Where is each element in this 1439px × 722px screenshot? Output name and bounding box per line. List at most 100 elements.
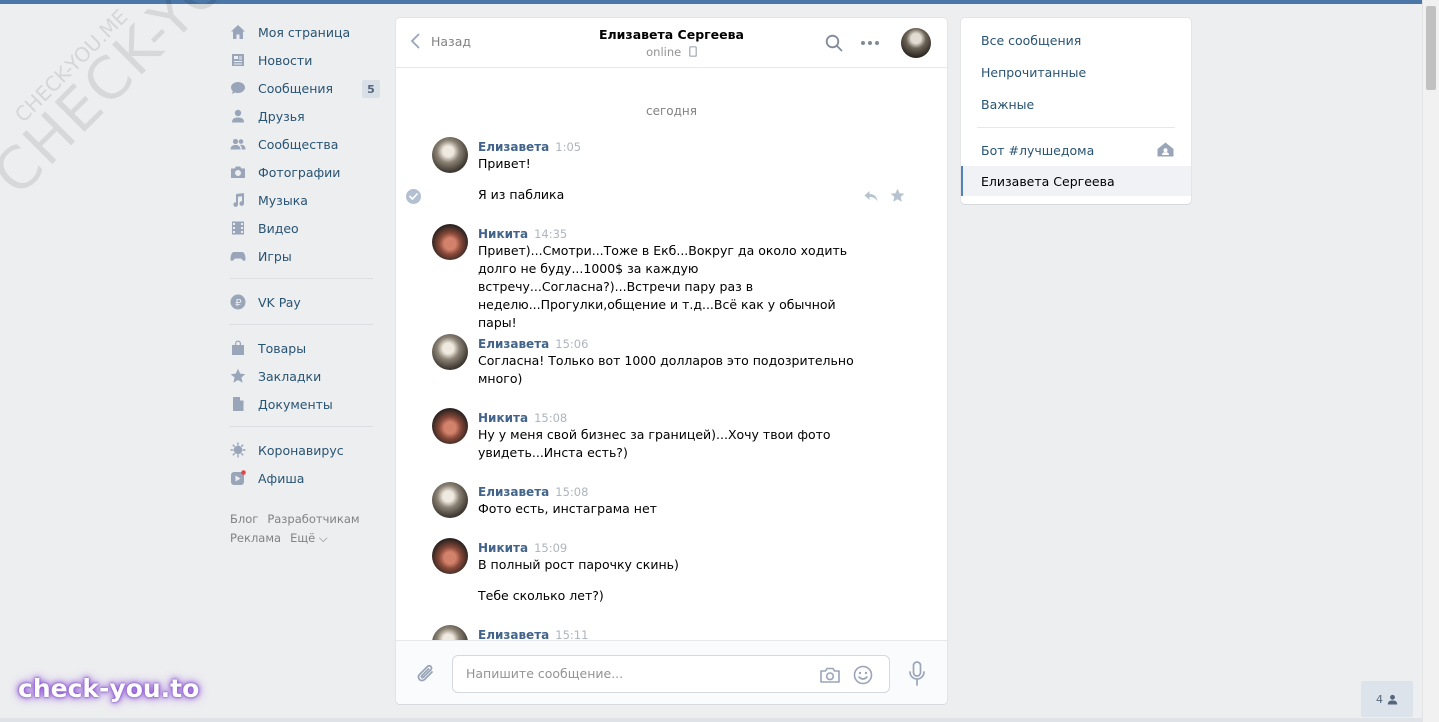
footer-link-dev[interactable]: Разработчикам [267,512,359,526]
star-icon [230,368,246,384]
groups-icon [230,136,246,152]
nav-label: Закладки [258,368,322,384]
message-group: Никита 15:09 В полный рост парочку скинь)… [432,538,902,608]
nav-afisha[interactable]: Афиша [230,464,380,492]
message-text: Тебе сколько лет?) [478,588,604,603]
message-author[interactable]: Елизавета [478,140,549,154]
page-scrollbar[interactable] [1422,0,1439,722]
message-time: 14:35 [534,227,568,241]
nav-my-page[interactable]: Моя страница [230,18,380,46]
message-time: 15:08 [555,485,589,499]
message-input[interactable] [466,666,796,681]
select-check-icon[interactable] [406,189,421,204]
user-icon [1387,694,1398,704]
nav-label: Музыка [258,192,308,208]
video-icon [230,220,246,236]
nav-video[interactable]: Видео [230,214,380,242]
sender-avatar[interactable] [432,408,468,444]
sender-avatar[interactable] [432,538,468,574]
date-separator: сегодня [646,104,697,118]
footer-link-more[interactable]: Ещё ⌵ [290,531,328,545]
sender-avatar[interactable] [432,625,468,640]
nav-music[interactable]: Музыка [230,186,380,214]
nav-label: Сообщения [258,80,334,96]
virus-icon [230,442,246,458]
bag-icon [230,340,246,356]
message-meta: Елизавета 15:06 [478,336,588,351]
nav-label: Видео [258,220,299,236]
message-author[interactable]: Никита [478,227,528,241]
more-icon[interactable] [860,40,880,46]
nav-documents[interactable]: Документы [230,390,380,418]
filter-important[interactable]: Важные [981,97,1034,112]
camera-icon[interactable] [819,665,841,685]
news-icon [230,52,246,68]
taskbar-strip [0,718,1422,722]
message-group: Елизавета 1:05 Привет! Я из паблика [432,137,902,203]
music-icon [230,192,246,208]
mobile-icon [689,46,697,57]
search-icon[interactable] [825,34,843,52]
afisha-icon [230,470,246,486]
message-text: Я из паблика [478,187,565,202]
nav-bookmarks[interactable]: Закладки [230,362,380,390]
message-history[interactable]: сегодня Елизавета 1:05 Привет! Я из пабли… [396,69,947,640]
filter-all-messages[interactable]: Все сообщения [981,33,1081,48]
peer-avatar[interactable] [901,28,931,58]
nav-market[interactable]: Товары [230,334,380,362]
footer-link-blog[interactable]: Блог [230,512,258,526]
nav-groups[interactable]: Сообщества [230,130,380,158]
online-friends-button[interactable]: 4 [1361,681,1413,717]
message-author[interactable]: Никита [478,411,528,425]
nav-label: Сообщества [258,136,339,152]
chat-panel: Назад Елизавета Сергеева online сегодня … [396,18,947,704]
message-time: 15:08 [534,411,568,425]
filter-unread[interactable]: Непрочитанные [981,65,1086,80]
nav-coronavirus[interactable]: Коронавирус [230,436,380,464]
nav-news[interactable]: Новости [230,46,380,74]
microphone-icon[interactable] [908,661,926,687]
conversation-bot[interactable]: Бот #лучшедома [981,143,1094,158]
message-author[interactable]: Елизавета [478,628,549,640]
message-input-box[interactable] [452,655,890,693]
message-meta: Никита 15:09 [478,540,567,555]
message-time: 1:05 [555,140,582,154]
games-icon [230,248,246,264]
message-author[interactable]: Елизавета [478,337,549,351]
message-time: 15:06 [555,337,589,351]
message-meta: Елизавета 1:05 [478,139,581,154]
peer-status-text: online [646,45,682,59]
message-meta: Елизавета 15:11 [478,627,588,640]
peer-status: online [396,45,947,59]
vkpay-icon: ₽ [230,294,246,310]
online-count: 4 [1376,692,1383,706]
emoji-smile-icon[interactable] [853,665,873,685]
nav-divider [230,324,373,325]
sender-avatar[interactable] [432,224,468,260]
nav-label: Фотографии [258,164,341,180]
attach-paperclip-icon[interactable] [415,662,437,686]
nav-photos[interactable]: Фотографии [230,158,380,186]
message-author[interactable]: Елизавета [478,485,549,499]
scrollbar-thumb[interactable] [1426,6,1436,90]
nav-vkpay[interactable]: ₽ VK Pay [230,288,380,316]
message-text: Ну у меня свой бизнес за границей)...Хоч… [478,427,831,460]
sender-avatar[interactable] [432,482,468,518]
message-author[interactable]: Никита [478,541,528,555]
message-composer [396,640,947,704]
home-icon [1157,142,1174,157]
nav-messages[interactable]: Сообщения 5 [230,74,380,102]
nav-label: Игры [258,248,292,264]
nav-games[interactable]: Игры [230,242,380,270]
nav-label: Моя страница [258,24,351,40]
sender-avatar[interactable] [432,334,468,370]
message-meta: Елизавета 15:08 [478,484,588,499]
filter-divider [977,127,1175,128]
messages-icon [230,80,246,96]
sender-avatar[interactable] [432,137,468,173]
conversation-filter-panel: Все сообщения Непрочитанные Важные Бот #… [961,18,1191,204]
footer-link-ads[interactable]: Реклама [230,531,281,545]
message-group: Никита 15:08 Ну у меня свой бизнес за гра… [432,408,902,464]
nav-friends[interactable]: Друзья [230,102,380,130]
conversation-active[interactable]: Елизавета Сергеева [981,174,1115,189]
